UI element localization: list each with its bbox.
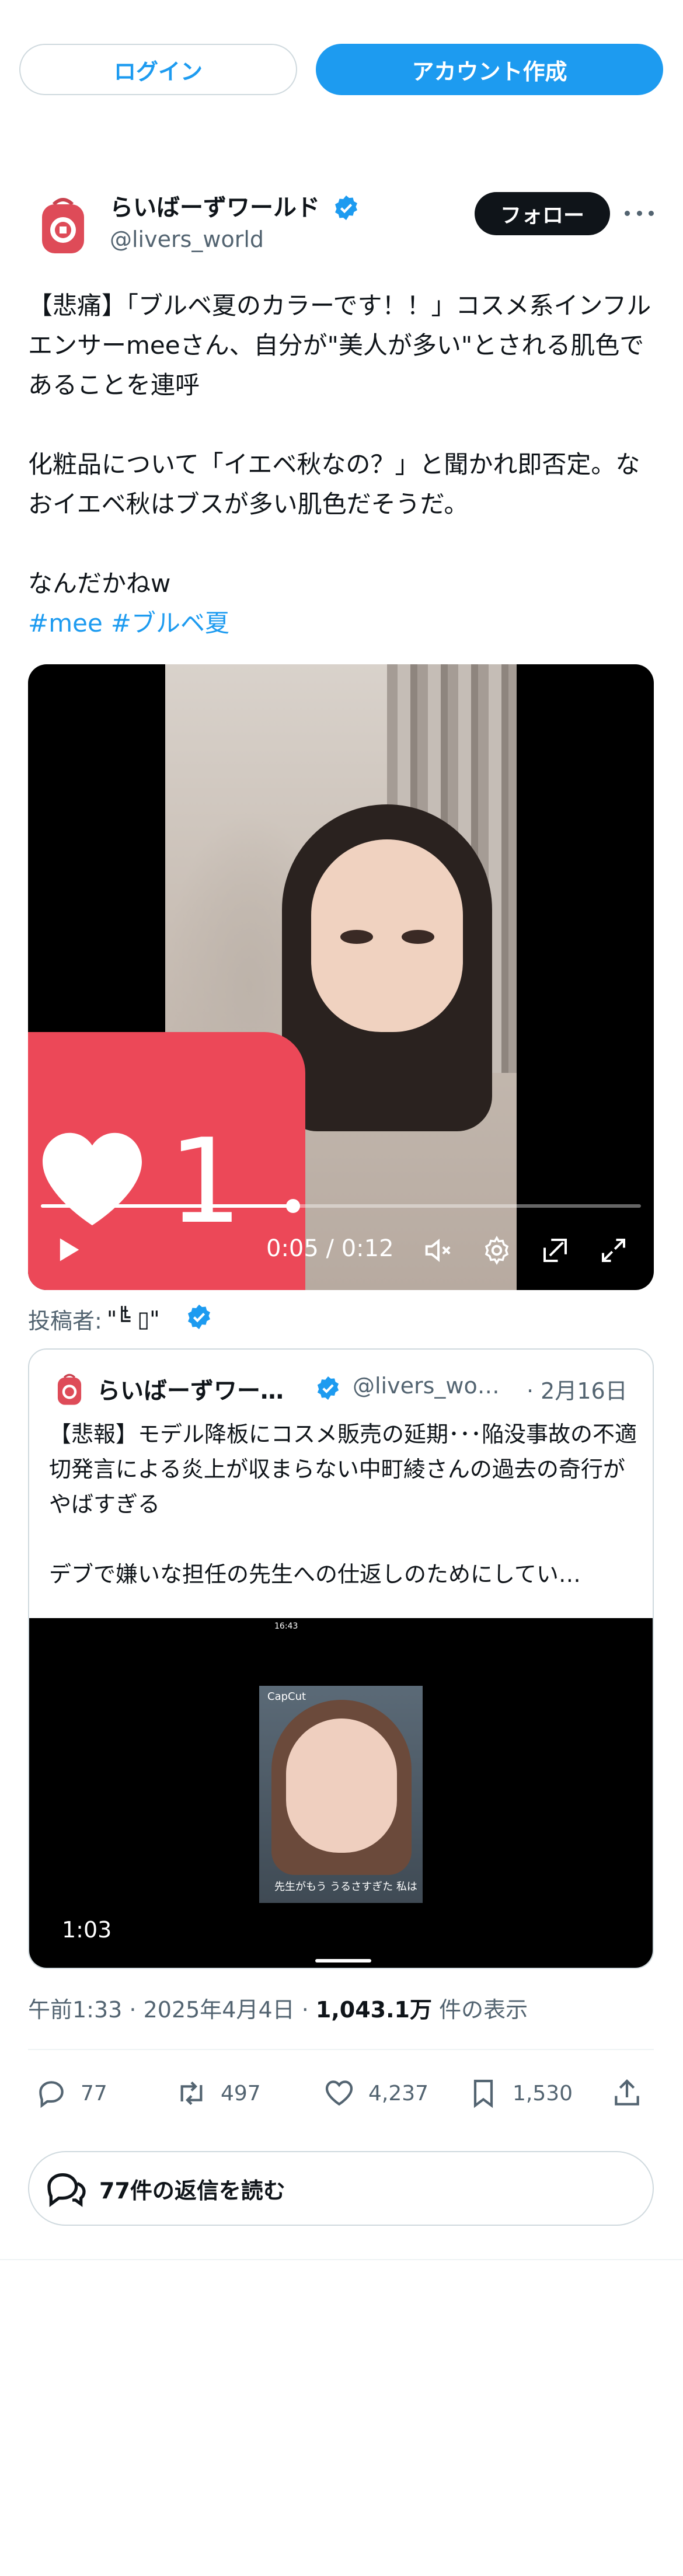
video-time: 0:05 / 0:12 <box>266 1235 394 1262</box>
quoted-avatar <box>57 1374 82 1405</box>
retweet-button[interactable]: 497 <box>175 2077 261 2110</box>
divider <box>0 2259 683 2260</box>
picture-in-picture-icon[interactable] <box>539 1235 571 1266</box>
tweet-text: 【悲痛】「ブルベ夏のカラーです！！」コスメ系インフルエンサーmeeさん、自分が"… <box>28 291 651 598</box>
handle[interactable]: @livers_world <box>110 226 264 252</box>
quoted-date: · 2月16日 <box>527 1378 628 1404</box>
separator: · <box>122 1997 144 2023</box>
posted-by-user[interactable]: "╚̄ ▯" <box>107 1306 160 1332</box>
tweet-time[interactable]: 午前1:33 <box>28 1997 122 2023</box>
mute-icon[interactable] <box>423 1235 454 1266</box>
follow-button[interactable]: フォロー <box>475 192 610 235</box>
share-button[interactable] <box>611 2077 656 2110</box>
heart-outline-icon <box>325 2080 353 2106</box>
verified-badge-icon <box>188 1304 210 1330</box>
read-replies-label: 77件の返信を読む <box>99 2177 285 2204</box>
person-face <box>311 839 463 1032</box>
divider <box>28 2049 654 2050</box>
quoted-text: 【悲報】モデル降板にコスメ販売の延期･･･陥没事故の不適切発言による炎上が収まら… <box>49 1421 637 1587</box>
create-account-button[interactable]: アカウント作成 <box>316 44 663 95</box>
avatar[interactable] <box>28 191 98 262</box>
video-player[interactable]: 1 0:05 / 0:12 <box>28 664 654 1290</box>
quoted-video[interactable]: 16:43 CapCut 先生がもう うるさすぎた 私は 1:03 <box>29 1618 653 1968</box>
settings-gear-icon[interactable] <box>481 1235 513 1266</box>
person-eye <box>340 930 373 944</box>
read-replies-button[interactable]: 77件の返信を読む <box>28 2151 654 2226</box>
hashtag-link[interactable]: #ブルベ夏 <box>111 609 229 637</box>
hashtags: #mee #ブルベ夏 <box>28 604 238 643</box>
login-button[interactable]: ログイン <box>19 44 297 95</box>
separator: · <box>294 1997 316 2023</box>
video-duration: 1:03 <box>62 1917 112 1943</box>
chat-bubbles-icon <box>47 2173 86 2207</box>
retweet-count: 497 <box>221 2081 261 2106</box>
share-icon <box>615 2079 639 2106</box>
retweet-icon <box>180 2081 203 2106</box>
verified-badge-icon <box>317 1376 339 1400</box>
hashtag-link[interactable]: #mee <box>28 609 103 637</box>
like-count: 4,237 <box>368 2081 429 2106</box>
display-name[interactable]: らいばーずワールド <box>110 189 320 222</box>
capcut-watermark: CapCut <box>267 1690 306 1703</box>
bookmark-count: 1,530 <box>513 2081 573 2106</box>
view-count-label: 件の表示 <box>431 1997 528 2023</box>
progress-knob[interactable] <box>285 1199 300 1213</box>
reply-icon <box>39 2081 64 2108</box>
video-progress-indicator <box>315 1959 371 1962</box>
posted-by-label: 投稿者: <box>28 1308 102 1334</box>
video-subtitle: 先生がもう うるさすぎた 私は <box>274 1881 417 1893</box>
fullscreen-icon[interactable] <box>598 1235 629 1266</box>
phone-status-time: 16:43 <box>274 1622 298 1631</box>
verified-badge-icon <box>335 195 357 221</box>
bookmark-button[interactable]: 1,530 <box>467 2077 573 2110</box>
bookmark-icon <box>473 2079 493 2108</box>
reply-count: 77 <box>81 2081 107 2106</box>
quoted-handle: @livers_wo… <box>353 1373 500 1399</box>
quoted-tweet[interactable]: らいばーずワー… @livers_wo… · 2月16日 【悲報】モデル降板にコ… <box>28 1348 654 1969</box>
quoted-display-name: らいばーずワー… <box>97 1378 284 1404</box>
tweet-date[interactable]: 2025年4月4日 <box>144 1997 295 2023</box>
reply-button[interactable]: 77 <box>35 2077 107 2110</box>
play-icon[interactable] <box>54 1233 84 1266</box>
more-options-icon[interactable] <box>625 201 654 225</box>
like-button[interactable]: 4,237 <box>323 2077 428 2110</box>
view-count: 1,043.1万 <box>315 1997 432 2023</box>
heart-icon <box>43 1132 142 1226</box>
progress-fill <box>41 1204 293 1208</box>
person-eye <box>402 930 434 944</box>
backpack-logo-icon <box>42 198 84 253</box>
person-face <box>286 1719 397 1853</box>
posted-by: 投稿者: "╚̄ ▯" <box>28 1303 160 1335</box>
like-overlay-count: 1 <box>168 1114 243 1250</box>
tweet-meta: 午前1:33 · 2025年4月4日 · 1,043.1万 件の表示 <box>28 1992 528 2024</box>
